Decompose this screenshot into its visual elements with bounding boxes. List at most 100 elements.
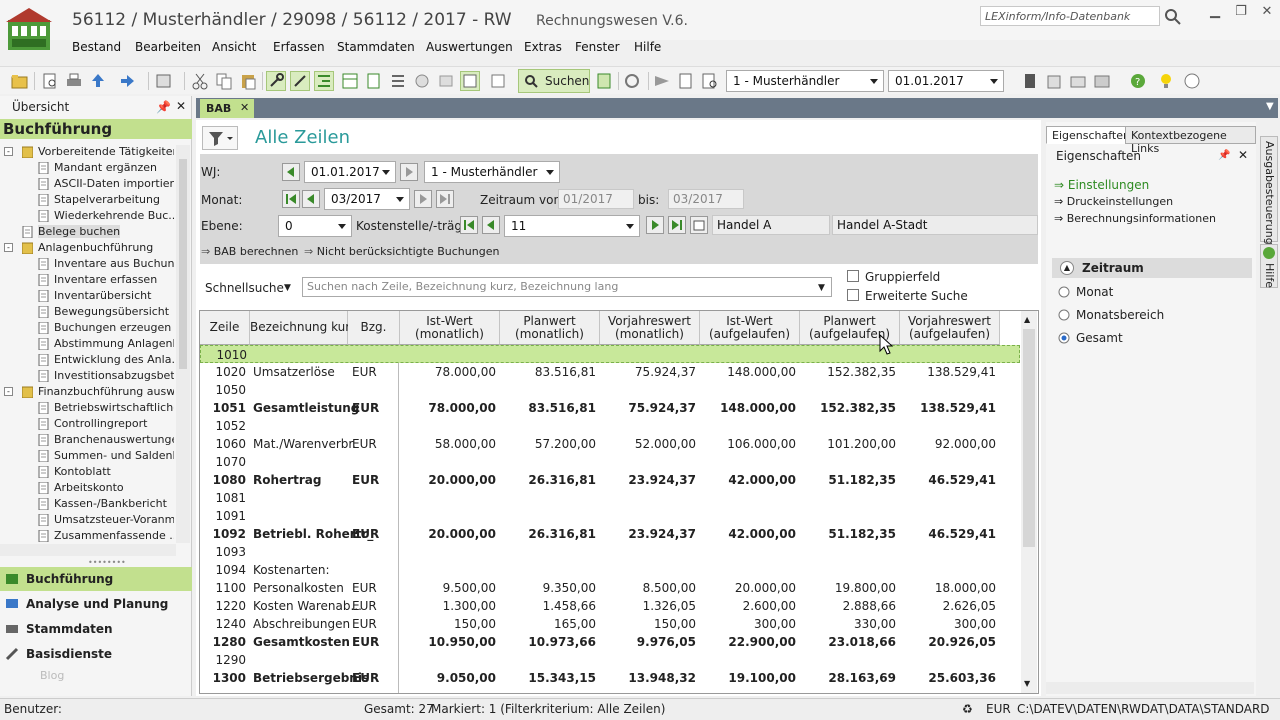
table-icon[interactable]: [340, 71, 360, 91]
table-row[interactable]: 1300 Betriebsergebnis EUR 9.050,00 15.343,15…: [200, 669, 1020, 687]
table-row[interactable]: 1093: [200, 543, 1020, 561]
column-header[interactable]: Vorjahreswert (aufgelaufen): [900, 311, 1000, 345]
table-row[interactable]: 1020 Umsatzerlöse EUR 78.000,00 83.516,81 75.…: [200, 363, 1020, 381]
menu-ansicht[interactable]: Ansicht: [212, 40, 256, 54]
close-properties-icon[interactable]: ✕: [1238, 148, 1248, 162]
zeitraum-section-header[interactable]: ▲ Zeitraum: [1052, 258, 1252, 278]
wj-date-select[interactable]: 01.01.2017: [304, 161, 396, 183]
wj-next-button[interactable]: [400, 163, 418, 181]
forward-icon[interactable]: [118, 71, 138, 91]
tab-ausgabesteuerung[interactable]: Ausgabesteuerung: [1260, 136, 1278, 245]
tree-item[interactable]: Inventare aus Buchun...: [0, 256, 174, 272]
tab-bab[interactable]: BAB ✕: [200, 99, 254, 118]
tree-item[interactable]: Branchenauswertungen: [0, 432, 174, 448]
search-icon[interactable]: [1162, 6, 1184, 28]
monat-next-button[interactable]: [414, 190, 432, 208]
menu-bestand[interactable]: Bestand: [72, 40, 121, 54]
refresh-doc-icon[interactable]: [488, 71, 508, 91]
calculator-icon[interactable]: [594, 71, 614, 91]
minimize-button[interactable]: ▁: [1204, 4, 1226, 22]
tree-item[interactable]: Wiederkehrende Buc...: [0, 208, 174, 224]
close-tab-icon[interactable]: ✕: [240, 101, 249, 114]
lex-icon[interactable]: [1182, 71, 1202, 91]
print-preview-icon[interactable]: [40, 71, 60, 91]
menu-stammdaten[interactable]: Stammdaten: [337, 40, 415, 54]
collapse-toggle-icon[interactable]: -: [4, 147, 13, 156]
menu-erfassen[interactable]: Erfassen: [273, 40, 325, 54]
column-header[interactable]: Bzg.: [348, 311, 400, 345]
kst-first-button[interactable]: [460, 216, 478, 234]
clock-icon[interactable]: [412, 71, 432, 91]
nav-stammdaten[interactable]: Stammdaten: [0, 617, 192, 641]
table-row[interactable]: 1092 Betriebl. Rohertr_ EUR 20.000,00 26.316…: [200, 525, 1020, 543]
doc-edit-icon[interactable]: [676, 71, 696, 91]
lightbulb-icon[interactable]: [1156, 71, 1176, 91]
link-berechnungsinformationen[interactable]: ⇒ Berechnungsinformationen: [1054, 212, 1216, 225]
print-icon[interactable]: [64, 71, 84, 91]
send-icon[interactable]: [652, 71, 672, 91]
close-panel-icon[interactable]: ✕: [176, 99, 186, 113]
nav-analyse[interactable]: Analyse und Planung: [0, 592, 192, 616]
tree-item[interactable]: - Anlagenbuchführung: [0, 240, 174, 256]
nav-buchfuehrung[interactable]: Buchführung: [0, 567, 192, 591]
scroll-up-icon[interactable]: ▲: [1024, 315, 1030, 324]
schnellsuche-dropdown-icon[interactable]: ▼: [284, 283, 291, 293]
tree-item[interactable]: Summen- und Saldenli...: [0, 448, 174, 464]
table-row[interactable]: 1280 Gesamtkosten EUR 10.950,00 10.973,66 9.9…: [200, 633, 1020, 651]
column-header[interactable]: Vorjahreswert (monatlich): [600, 311, 700, 345]
tree-item[interactable]: Arbeitskonto: [0, 480, 174, 496]
column-header[interactable]: Bezeichnung kurz: [250, 311, 357, 345]
building-icon[interactable]: [1044, 71, 1064, 91]
tree-item[interactable]: Entwicklung des Anla...: [0, 352, 174, 368]
table-row[interactable]: 1240 Abschreibungen EUR 150,00 165,00 150,00 3…: [200, 615, 1020, 633]
collapse-toggle-icon[interactable]: -: [4, 387, 13, 396]
help-icon[interactable]: ?: [1128, 71, 1148, 91]
properties-hscrollbar[interactable]: [1046, 682, 1254, 694]
grid-scrollbar[interactable]: ▲ ▼: [1021, 311, 1037, 693]
restore-button[interactable]: ❐: [1230, 4, 1252, 22]
zeitraum-von-field[interactable]: 01/2017: [558, 189, 634, 209]
tree-item[interactable]: Bewegungsübersicht: [0, 304, 174, 320]
table-row[interactable]: 1091: [200, 507, 1020, 525]
monat-last-button[interactable]: [436, 190, 454, 208]
wrench-icon[interactable]: [290, 71, 310, 91]
tree-item[interactable]: Controllingreport: [0, 416, 174, 432]
lexinform-search-input[interactable]: LEXinform/Info-Datenbank: [980, 6, 1160, 26]
menu-auswertungen[interactable]: Auswertungen: [426, 40, 513, 54]
column-header[interactable]: Planwert (monatlich): [500, 311, 600, 345]
tree-item[interactable]: Inventarübersicht: [0, 288, 174, 304]
document-icon[interactable]: [364, 71, 384, 91]
tab-eigenschaften[interactable]: Eigenschaften: [1046, 126, 1136, 144]
nicht-beruecksichtigt-link[interactable]: ⇒ Nicht berücksichtigte Buchungen: [304, 245, 499, 258]
table-row[interactable]: 1094 Kostenarten:: [200, 561, 1020, 579]
tree-item[interactable]: Mandant ergänzen: [0, 160, 174, 176]
blank-doc-icon[interactable]: [436, 71, 456, 91]
table-row[interactable]: 1060 Mat./Warenverbr. EUR 58.000,00 57.200,0…: [200, 435, 1020, 453]
tree-item[interactable]: - Finanzbuchführung ausw...: [0, 384, 174, 400]
schnellsuche-input[interactable]: Suchen nach Zeile, Bezeichnung kurz, Bez…: [302, 277, 832, 297]
bab-berechnen-link[interactable]: ⇒ BAB berechnen: [201, 245, 298, 258]
list-indent-icon[interactable]: [314, 71, 334, 91]
table-row[interactable]: 1080 Rohertrag EUR 20.000,00 26.316,81 23.924…: [200, 471, 1020, 489]
table-row[interactable]: 1100 Personalkosten EUR 9.500,00 9.350,00 8.5…: [200, 579, 1020, 597]
tree-item[interactable]: - Vorbereitende Tätigkeiten: [0, 144, 174, 160]
calc-icon[interactable]: [1020, 71, 1040, 91]
link-druckeinstellungen[interactable]: ⇒ Druckeinstellungen: [1054, 195, 1173, 208]
tab-hilfe[interactable]: Hilfe: [1260, 244, 1278, 288]
table-row[interactable]: 1081: [200, 489, 1020, 507]
close-window-button[interactable]: ✕: [1256, 4, 1278, 22]
filter-image-icon[interactable]: [460, 71, 480, 91]
tab-menu-icon[interactable]: ▼: [1266, 101, 1274, 112]
column-header[interactable]: Ist-Wert (monatlich): [400, 311, 500, 345]
menu-fenster[interactable]: Fenster: [575, 40, 620, 54]
monat-prev-button[interactable]: [302, 190, 320, 208]
table-row[interactable]: 1052: [200, 417, 1020, 435]
tree-item[interactable]: Betriebswirtschaftliche...: [0, 400, 174, 416]
cut-icon[interactable]: [190, 71, 210, 91]
pin-icon[interactable]: 📌: [156, 100, 171, 114]
tree-item[interactable]: Kontoblatt: [0, 464, 174, 480]
table-row[interactable]: 1010: [200, 345, 1020, 363]
suchen-button[interactable]: Suchen: [518, 69, 590, 93]
tree-item[interactable]: Stapelverarbeitung: [0, 192, 174, 208]
wj-prev-button[interactable]: [282, 163, 300, 181]
